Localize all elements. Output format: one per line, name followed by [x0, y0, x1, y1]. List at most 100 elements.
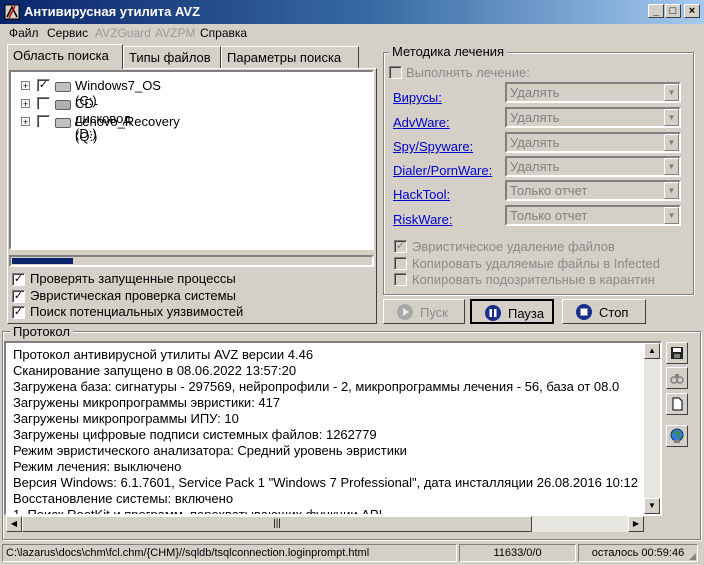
- log-line: Восстановление системы: включено: [13, 491, 234, 506]
- dialer-select[interactable]: Удалять ▼: [505, 156, 681, 177]
- log-line: Загружены микропрограммы эвристики: 417: [13, 395, 281, 410]
- pause-icon: [485, 305, 501, 321]
- drive-q-checkbox[interactable]: [37, 115, 50, 128]
- window-title: Антивирусная утилита AVZ: [24, 4, 201, 19]
- tab-panel: + ✓ Windows7_OS (C:) + CD-дисковод (D:) …: [7, 68, 377, 324]
- status-counter: 11633/0/0: [459, 544, 576, 562]
- status-remaining-time: осталось 00:59:46: [578, 544, 698, 562]
- globe-network-icon: [670, 428, 684, 443]
- resize-grip-icon[interactable]: ◢: [689, 551, 701, 563]
- option-label: Эвристическая проверка системы: [30, 288, 236, 303]
- drive-tree[interactable]: + ✓ Windows7_OS (C:) + CD-дисковод (D:) …: [9, 70, 374, 250]
- protocol-title: Протокол: [10, 324, 73, 339]
- menu-service[interactable]: Сервис: [47, 26, 88, 40]
- find-in-log-button[interactable]: [666, 367, 688, 389]
- scan-progress-bar: [9, 255, 374, 267]
- treatment-group-title: Методика лечения: [389, 44, 508, 59]
- viruses-select[interactable]: Удалять ▼: [505, 82, 681, 103]
- title-bar: Антивирусная утилита AVZ _ □ ×: [0, 0, 704, 24]
- perform-treatment-label: Выполнять лечение:: [406, 65, 530, 80]
- log-line: Версия Windows: 6.1.7601, Service Pack 1…: [13, 475, 638, 490]
- log-horizontal-scrollbar[interactable]: ◀ ||| ▶: [6, 516, 644, 532]
- viruses-link[interactable]: Вирусы:: [393, 90, 442, 105]
- log-line: Загружены цифровые подписи системных фай…: [13, 427, 377, 442]
- chevron-down-icon[interactable]: ▼: [664, 109, 679, 126]
- scroll-left-icon[interactable]: ◀: [6, 516, 22, 532]
- chevron-down-icon[interactable]: ▼: [664, 158, 679, 175]
- heuristic-checkbox[interactable]: ✓: [12, 290, 25, 303]
- log-line: 1. Поиск RootKit и программ, перехватыва…: [13, 507, 383, 516]
- chevron-down-icon[interactable]: ▼: [664, 134, 679, 151]
- option-label: Копировать удаляемые файлы в Infected: [412, 256, 660, 271]
- cd-drive-icon: [55, 100, 71, 110]
- vulnerabilities-checkbox[interactable]: ✓: [12, 306, 25, 319]
- chevron-down-icon[interactable]: ▼: [664, 84, 679, 101]
- riskware-link[interactable]: RiskWare:: [393, 212, 452, 227]
- play-icon: [397, 304, 413, 320]
- tab-search-params[interactable]: Параметры поиска: [221, 46, 359, 68]
- drive-c-checkbox[interactable]: ✓: [37, 79, 50, 92]
- scroll-right-icon[interactable]: ▶: [628, 516, 644, 532]
- spyware-select[interactable]: Удалять ▼: [505, 132, 681, 153]
- riskware-select[interactable]: Только отчет ▼: [505, 205, 681, 226]
- maximize-button[interactable]: □: [665, 4, 681, 18]
- network-button[interactable]: [666, 425, 688, 447]
- hacktool-select[interactable]: Только отчет ▼: [505, 180, 681, 201]
- menu-help[interactable]: Справка: [200, 26, 247, 40]
- binoculars-icon: [670, 374, 684, 384]
- processes-checkbox[interactable]: ✓: [12, 273, 25, 286]
- close-button[interactable]: ×: [684, 4, 700, 18]
- protocol-log[interactable]: Протокол антивирусной утилиты AVZ версии…: [4, 341, 662, 516]
- log-line: Протокол антивирусной утилиты AVZ версии…: [13, 347, 314, 362]
- expand-icon[interactable]: +: [21, 99, 30, 109]
- hacktool-link[interactable]: HackTool:: [393, 187, 450, 202]
- stop-button[interactable]: Стоп: [562, 299, 646, 324]
- scroll-thumb[interactable]: |||: [22, 516, 532, 532]
- expand-icon[interactable]: +: [21, 81, 30, 91]
- adware-link[interactable]: AdvWare:: [393, 115, 450, 130]
- hard-drive-icon: [55, 82, 71, 92]
- option-label: Копировать подозрительные в карантин: [412, 272, 655, 287]
- log-line: Загружена база: сигнатуры - 297569, нейр…: [13, 379, 620, 394]
- log-line: Загружены микропрограммы ИПУ: 10: [13, 411, 239, 426]
- menu-avzpm[interactable]: AVZPM: [155, 26, 195, 40]
- copy-quarantine-checkbox[interactable]: [394, 273, 407, 286]
- adware-select[interactable]: Удалять ▼: [505, 107, 681, 128]
- scroll-up-icon[interactable]: ▲: [644, 343, 660, 359]
- new-log-button[interactable]: [666, 393, 688, 415]
- menu-bar: Файл Сервис AVZGuard AVZPM Справка: [0, 24, 704, 42]
- chevron-down-icon[interactable]: ▼: [664, 207, 679, 224]
- option-label: Поиск потенциальных уязвимостей: [30, 304, 244, 319]
- log-line: Режим лечения: выключено: [13, 459, 182, 474]
- page-icon: [672, 397, 683, 411]
- menu-avzguard[interactable]: AVZGuard: [95, 26, 151, 40]
- option-label: Эвристическое удаление файлов: [412, 239, 615, 254]
- scroll-down-icon[interactable]: ▼: [644, 498, 660, 514]
- status-current-file: C:\lazarus\docs\chm\fcl.chm/{CHM}//sqldb…: [2, 544, 457, 562]
- log-line: Режим эвристического анализатора: Средни…: [13, 443, 407, 458]
- spyware-link[interactable]: Spy/Spyware:: [393, 139, 473, 154]
- tab-file-types[interactable]: Типы файлов: [123, 46, 221, 68]
- chevron-down-icon[interactable]: ▼: [664, 182, 679, 199]
- save-log-button[interactable]: [666, 342, 688, 364]
- copy-infected-checkbox[interactable]: [394, 257, 407, 270]
- start-button[interactable]: Пуск: [383, 299, 465, 324]
- log-line: Сканирование запущено в 08.06.2022 13:57…: [13, 363, 297, 378]
- drive-d-checkbox[interactable]: [37, 97, 50, 110]
- menu-file[interactable]: Файл: [9, 26, 39, 40]
- minimize-button[interactable]: _: [648, 4, 664, 18]
- dialer-link[interactable]: Dialer/PornWare:: [393, 163, 492, 178]
- drive-label: Lenovo_Recovery (Q:): [75, 114, 180, 144]
- progress-fill: [12, 258, 73, 264]
- perform-treatment-checkbox[interactable]: [389, 66, 402, 79]
- pause-button[interactable]: Пауза: [470, 299, 554, 324]
- tab-search-area[interactable]: Область поиска: [7, 44, 123, 69]
- option-label: Проверять запущенные процессы: [30, 271, 236, 286]
- heuristic-delete-checkbox[interactable]: ✓: [394, 240, 407, 253]
- expand-icon[interactable]: +: [21, 117, 30, 127]
- stop-icon: [576, 304, 592, 320]
- avz-app-icon: [4, 4, 20, 20]
- log-vertical-scrollbar[interactable]: ▲ ▼: [644, 343, 660, 514]
- floppy-disk-icon: [671, 347, 683, 359]
- hard-drive-icon: [55, 118, 71, 128]
